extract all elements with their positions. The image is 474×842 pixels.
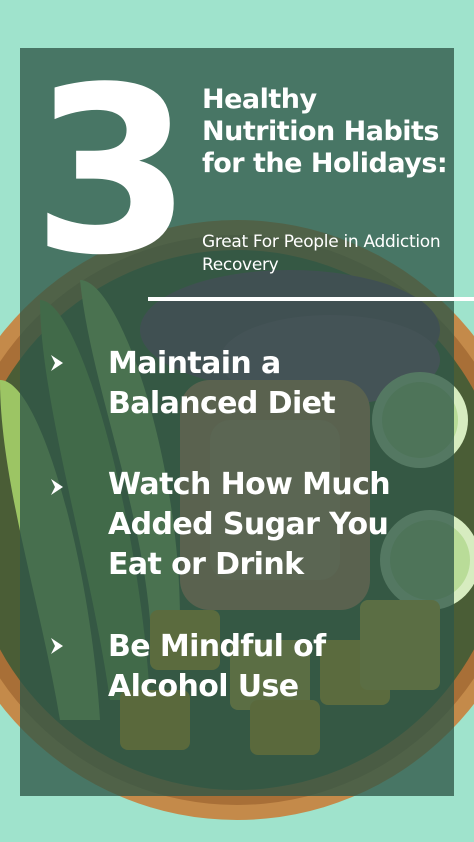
chevron-right-icon xyxy=(51,355,63,371)
habit-text: Be Mindful of Alcohol Use xyxy=(108,629,326,704)
chevron-right-icon xyxy=(51,638,63,654)
chevron-right-icon xyxy=(51,479,63,495)
divider-line xyxy=(148,297,474,301)
poster: 3 Healthy Nutrition Habits for the Holid… xyxy=(0,0,474,842)
habit-text: Watch How Much Added Sugar You Eat or Dr… xyxy=(108,467,391,582)
subheadline: Great For People in Addiction Recovery xyxy=(202,232,441,275)
habit-text: Maintain a Balanced Diet xyxy=(108,346,336,421)
headline: Healthy Nutrition Habits for the Holiday… xyxy=(202,84,448,179)
big-number: 3 xyxy=(32,39,192,306)
